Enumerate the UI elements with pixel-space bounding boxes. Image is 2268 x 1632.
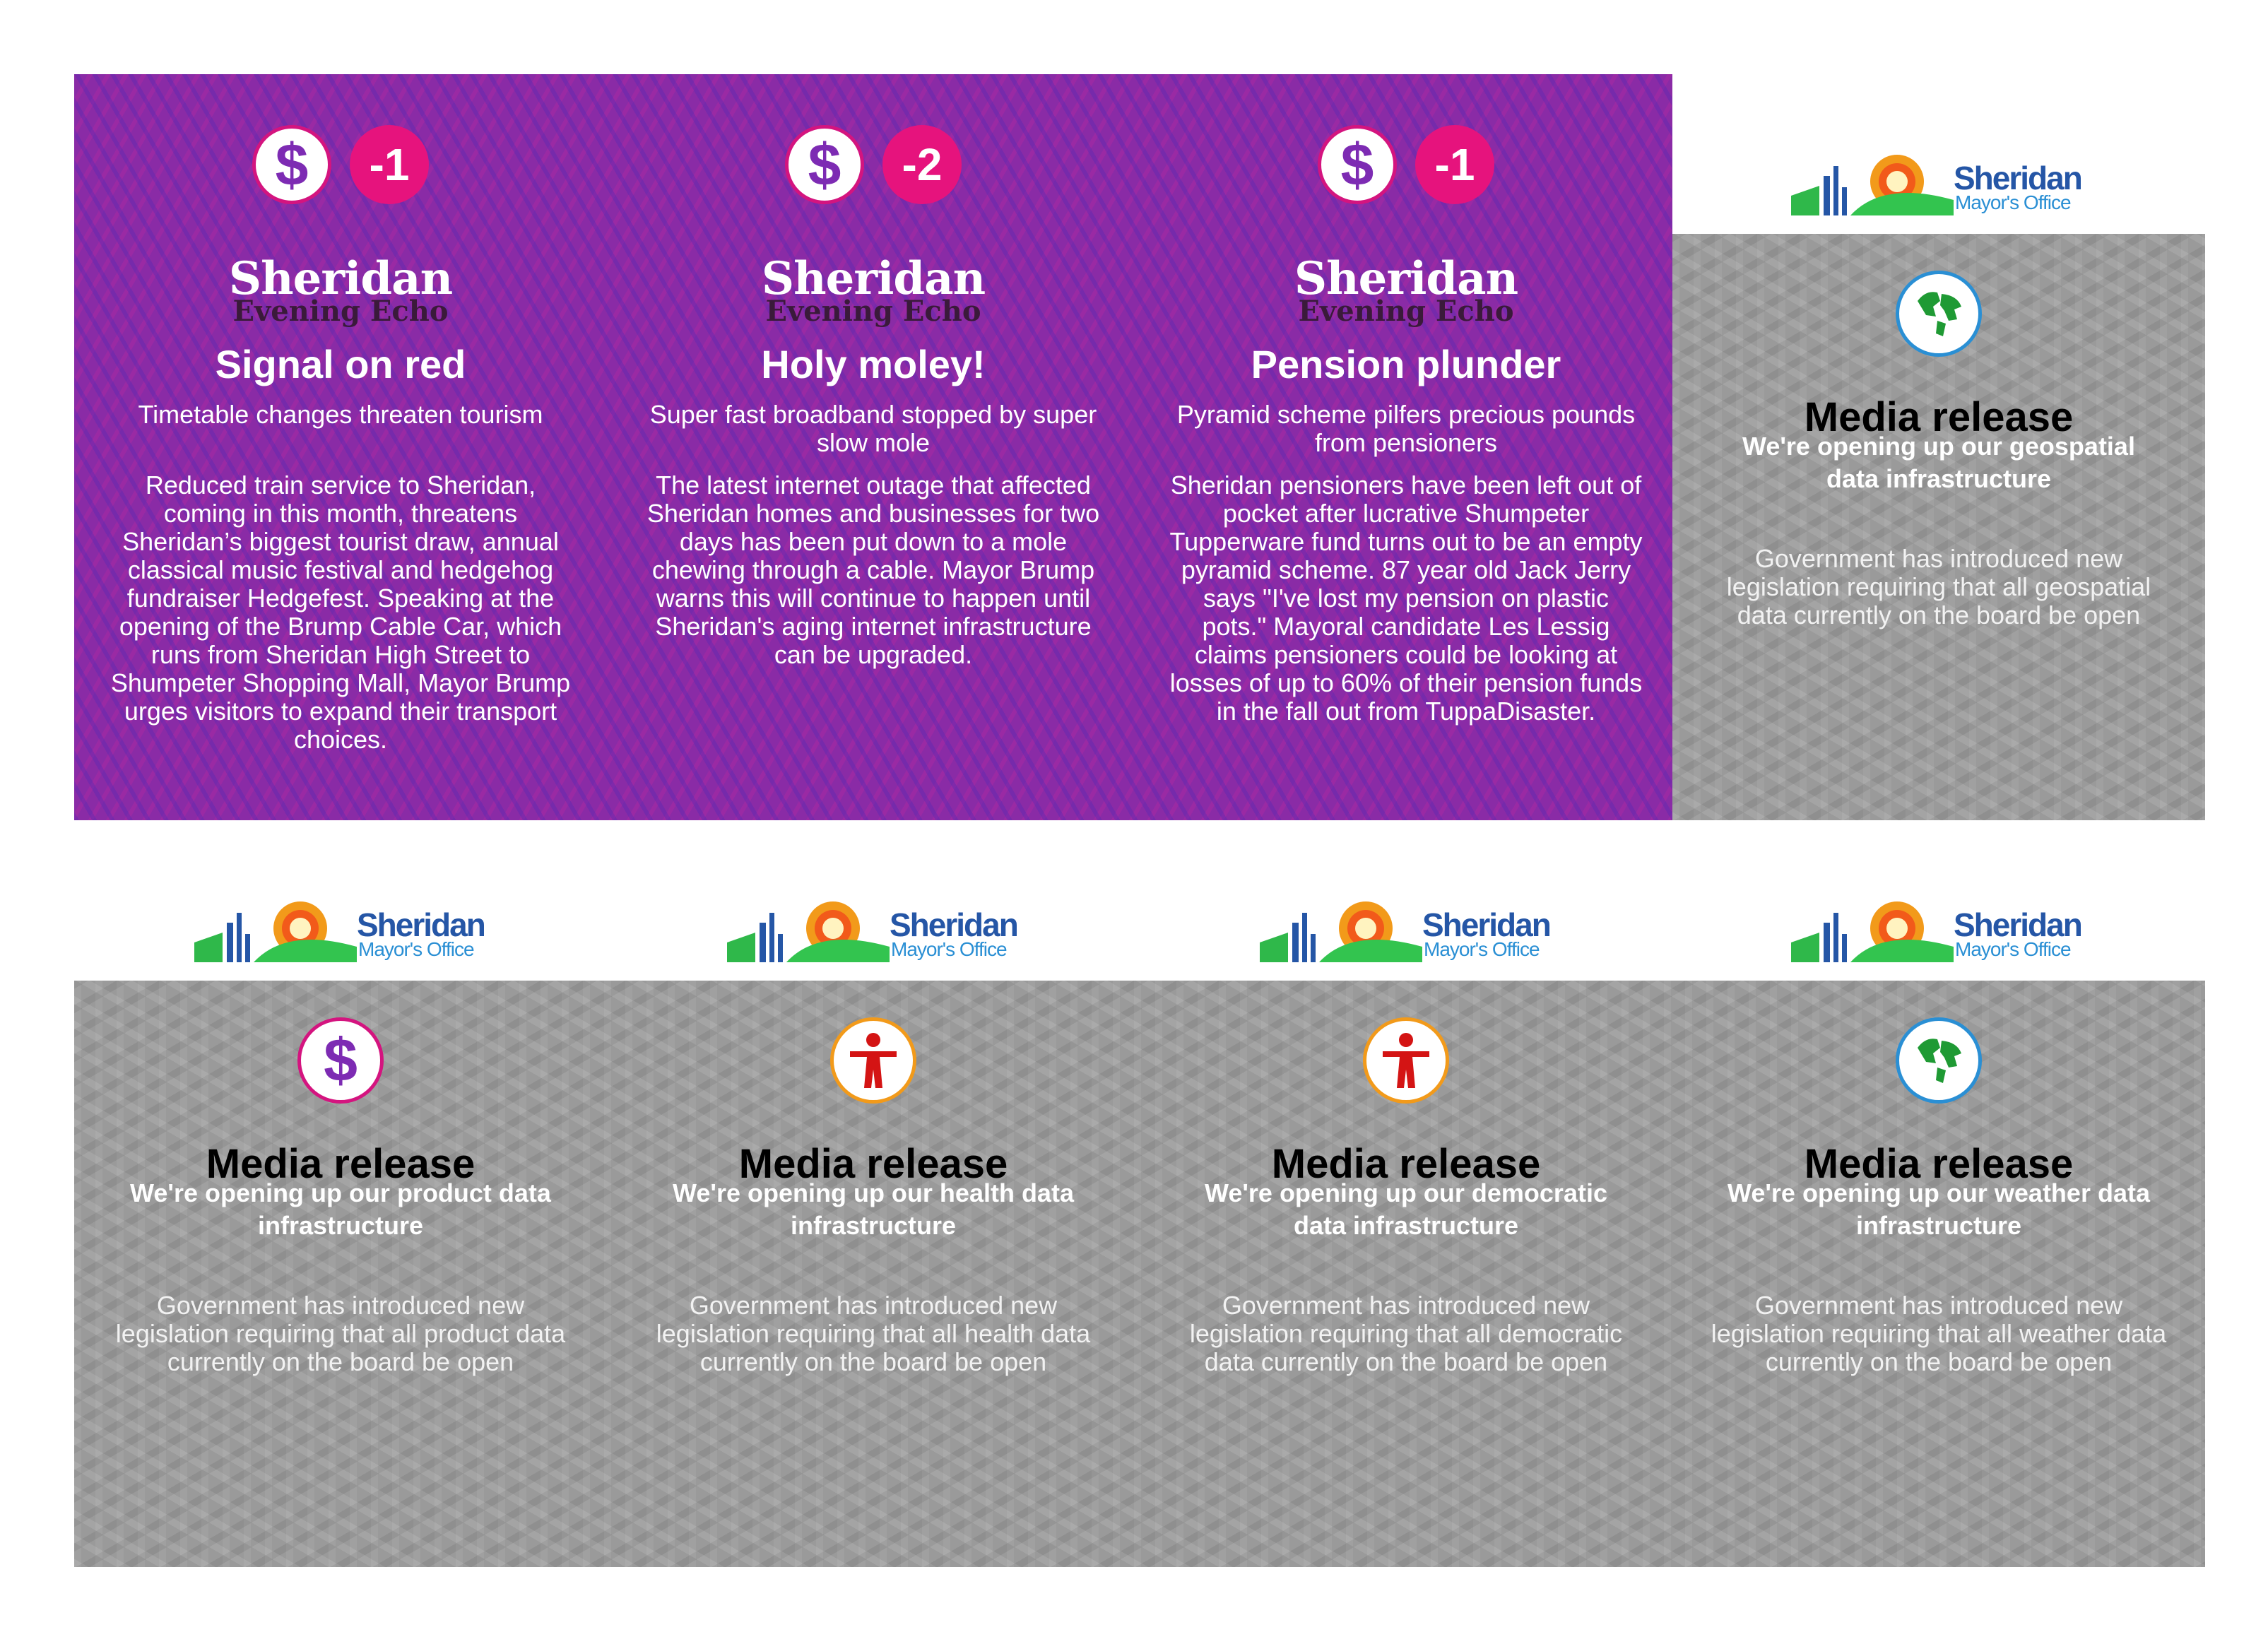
score-badge: -2 — [882, 125, 962, 204]
dollar-icon: $ — [1318, 125, 1397, 204]
release-body: Government has introduced new legislatio… — [656, 1291, 1091, 1376]
news-card: $ -1 Sheridan Evening Echo Signal on red… — [74, 74, 607, 820]
news-body: The latest internet outage that affected… — [646, 471, 1100, 669]
dollar-icon: $ — [785, 125, 864, 204]
release-subtitle: We're opening up our weather data infras… — [1727, 1178, 2150, 1240]
logo-subtitle: Mayor's Office — [1955, 938, 2072, 960]
news-headline: Holy moley! — [761, 342, 986, 386]
mayors-office-logo: Sheridan Mayor's Office — [727, 892, 1024, 969]
newspaper-masthead: Sheridan Evening Echo — [228, 252, 453, 328]
person-icon — [830, 1017, 916, 1104]
mayors-office-logo-graphic — [727, 901, 890, 962]
mayors-office-logo: Sheridan Mayor's Office — [1791, 145, 2088, 223]
score-badge: -1 — [350, 125, 429, 204]
release-subtitle: We're opening up our product data infras… — [130, 1178, 551, 1240]
news-card: $ -1 Sheridan Evening Echo Pension plund… — [1140, 74, 1672, 820]
news-subhead: Pyramid scheme pilfers precious pounds f… — [1176, 400, 1636, 457]
news-body: Sheridan pensioners have been left out o… — [1169, 471, 1643, 726]
release-body: Government has introduced new legislatio… — [115, 1291, 566, 1376]
release-subtitle: We're opening up our geospatial data inf… — [1742, 432, 2135, 493]
news-card: $ -2 Sheridan Evening Echo Holy moley! S… — [607, 74, 1140, 820]
mayors-office-logo-graphic — [194, 901, 357, 962]
mayors-office-logo-graphic — [1791, 901, 1954, 962]
mayors-office-logo-graphic — [1260, 901, 1422, 962]
mayors-office-logo: Sheridan Mayor's Office — [1260, 892, 1557, 969]
mayors-office-logo: Sheridan Mayor's Office — [1791, 892, 2088, 969]
score-badge: -1 — [1415, 125, 1494, 204]
news-subhead: Super fast broadband stopped by super sl… — [649, 400, 1097, 457]
mayors-office-logo-graphic — [1791, 155, 1954, 215]
globe-icon — [1896, 1017, 1982, 1104]
news-body: Reduced train service to Sheridan, comin… — [110, 471, 571, 754]
card-cost-row: $ -1 — [74, 125, 607, 204]
mayors-office-logo: Sheridan Mayor's Office — [194, 892, 491, 969]
newspaper-masthead: Sheridan Evening Echo — [761, 252, 986, 328]
release-card: Media release We're opening up our geosp… — [1672, 234, 2205, 820]
card-cost-row: $ -1 — [1140, 125, 1672, 204]
logo-subtitle: Mayor's Office — [358, 938, 475, 960]
release-body: Government has introduced new legislatio… — [1189, 1291, 1623, 1376]
release-card: Media release We're opening up our healt… — [607, 981, 1140, 1567]
logo-subtitle: Mayor's Office — [891, 938, 1008, 960]
logo-subtitle: Mayor's Office — [1955, 191, 2072, 213]
release-body: Government has introduced new legislatio… — [1711, 1291, 2167, 1376]
release-body: Government has introduced new legislatio… — [1726, 544, 2151, 629]
globe-icon — [1896, 271, 1982, 357]
dollar-icon: $ — [252, 125, 331, 204]
release-card: Media release We're opening up our democ… — [1140, 981, 1672, 1567]
news-headline: Pension plunder — [1251, 342, 1561, 386]
release-subtitle: We're opening up our democratic data inf… — [1205, 1178, 1607, 1240]
release-card: Media release We're opening up our weath… — [1672, 981, 2205, 1567]
news-subhead: Timetable changes threaten tourism — [138, 400, 543, 429]
logo-subtitle: Mayor's Office — [1424, 938, 1540, 960]
card-cost-row: $ -2 — [607, 125, 1140, 204]
dollar-icon: $ — [297, 1017, 384, 1104]
news-headline: Signal on red — [215, 342, 466, 386]
person-icon — [1363, 1017, 1449, 1104]
newspaper-masthead: Sheridan Evening Echo — [1294, 252, 1518, 328]
release-card: $ Media release We're opening up our pro… — [74, 981, 607, 1567]
release-subtitle: We're opening up our health data infrast… — [673, 1178, 1074, 1240]
